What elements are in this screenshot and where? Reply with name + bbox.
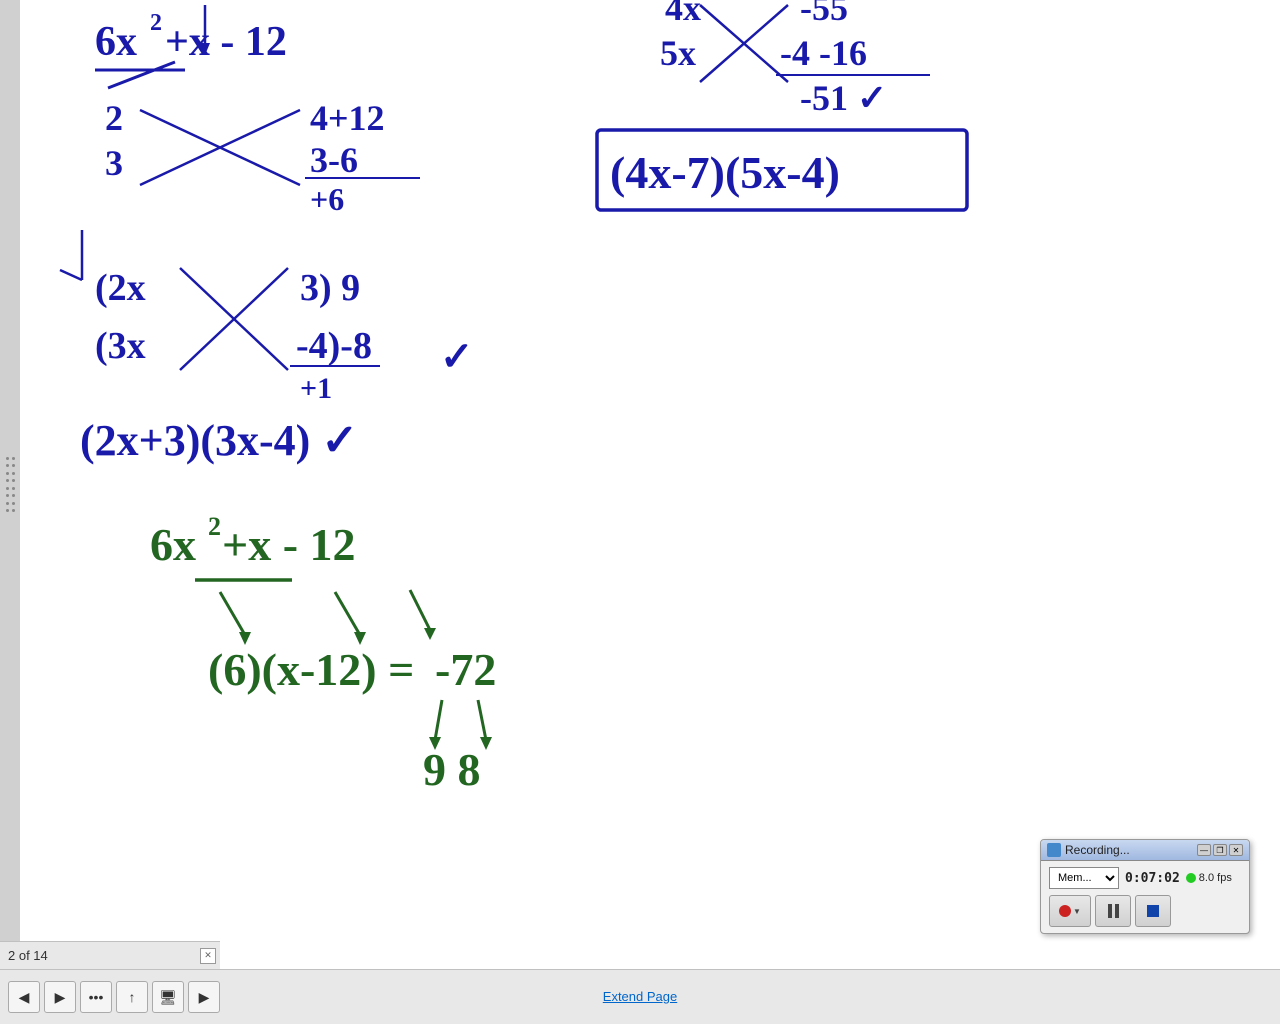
page-counter-text: 2 of 14 bbox=[8, 948, 48, 963]
svg-text:2: 2 bbox=[105, 98, 123, 138]
svg-text:+6: +6 bbox=[310, 181, 344, 217]
svg-text:9 8: 9 8 bbox=[423, 744, 481, 795]
restore-button[interactable]: ❐ bbox=[1213, 844, 1227, 856]
recording-row1: Mem... 0:07:02 8.0 fps bbox=[1049, 867, 1241, 889]
svg-text:5x: 5x bbox=[660, 33, 696, 73]
svg-text:2: 2 bbox=[150, 10, 162, 36]
recording-fps: 8.0 fps bbox=[1186, 872, 1232, 884]
page-counter: 2 of 14 ✕ bbox=[0, 941, 220, 969]
forward-button[interactable]: ▶ bbox=[44, 981, 76, 1013]
recording-titlebar: Recording... — ❐ ✕ bbox=[1041, 840, 1249, 861]
svg-text:4x: 4x bbox=[665, 0, 701, 28]
svg-text:-72: -72 bbox=[435, 644, 496, 695]
svg-text:(2x: (2x bbox=[95, 267, 146, 309]
record-button[interactable]: ▼ bbox=[1049, 895, 1091, 927]
whiteboard: 6x 2 +x - 12 2 3 4+12 3-6 +6 (2x 3) 9 (3… bbox=[20, 0, 1280, 969]
stop-button[interactable] bbox=[1135, 895, 1171, 927]
svg-text:-4)-8: -4)-8 bbox=[296, 325, 372, 367]
svg-text:+1: +1 bbox=[300, 372, 332, 405]
screen-button[interactable]: 🖥 bbox=[152, 981, 184, 1013]
record-dropdown-arrow: ▼ bbox=[1073, 907, 1081, 916]
fps-indicator bbox=[1186, 873, 1196, 883]
page-counter-close-icon[interactable]: ✕ bbox=[200, 948, 216, 964]
svg-text:(3x: (3x bbox=[95, 325, 146, 367]
sidebar-dots bbox=[3, 455, 17, 515]
svg-text:3) 9: 3) 9 bbox=[300, 267, 360, 309]
recording-widget: Recording... — ❐ ✕ Mem... 0:07:02 8.0 fp… bbox=[1040, 839, 1250, 934]
svg-text:(2x+3)(3x-4) ✓: (2x+3)(3x-4) ✓ bbox=[80, 416, 358, 465]
bottom-toolbar: ◀ ▶ ••• ↑ 🖥 ▶ Extend Page bbox=[0, 969, 1280, 1024]
svg-text:6x: 6x bbox=[95, 19, 137, 65]
more-button[interactable]: ••• bbox=[80, 981, 112, 1013]
back-button[interactable]: ◀ bbox=[8, 981, 40, 1013]
svg-text:(4x-7)(5x-4): (4x-7)(5x-4) bbox=[610, 147, 840, 198]
stop-icon bbox=[1147, 905, 1159, 917]
close-button[interactable]: ✕ bbox=[1229, 844, 1243, 856]
recording-body: Mem... 0:07:02 8.0 fps ▼ bbox=[1041, 861, 1249, 933]
svg-text:+x - 12: +x - 12 bbox=[165, 19, 287, 65]
recording-title-label: Recording... bbox=[1065, 843, 1130, 857]
fps-value: 8.0 fps bbox=[1199, 872, 1232, 884]
svg-text:4+12: 4+12 bbox=[310, 98, 385, 138]
recording-title: Recording... bbox=[1047, 843, 1130, 857]
recording-controls: ▼ bbox=[1049, 895, 1241, 927]
record-icon bbox=[1059, 905, 1071, 917]
svg-text:-55: -55 bbox=[800, 0, 848, 28]
math-content: 6x 2 +x - 12 2 3 4+12 3-6 +6 (2x 3) 9 (3… bbox=[20, 0, 1280, 960]
right-button[interactable]: ▶ bbox=[188, 981, 220, 1013]
svg-text:3-6: 3-6 bbox=[310, 140, 358, 180]
recording-dropdown[interactable]: Mem... bbox=[1049, 867, 1119, 889]
minimize-button[interactable]: — bbox=[1197, 844, 1211, 856]
svg-text:-51 ✓: -51 ✓ bbox=[800, 78, 887, 118]
svg-text:3: 3 bbox=[105, 143, 123, 183]
toolbar-left: ◀ ▶ ••• ↑ 🖥 ▶ bbox=[0, 981, 228, 1013]
recording-icon bbox=[1047, 843, 1061, 857]
toolbar-center: Extend Page bbox=[603, 988, 677, 1006]
svg-text:(6)(x-12) =: (6)(x-12) = bbox=[208, 644, 414, 695]
svg-text:+x - 12: +x - 12 bbox=[222, 519, 356, 570]
recording-title-controls: — ❐ ✕ bbox=[1197, 844, 1243, 856]
extend-page-link[interactable]: Extend Page bbox=[603, 989, 677, 1004]
svg-text:6x: 6x bbox=[150, 519, 196, 570]
sidebar-handle[interactable] bbox=[0, 0, 20, 969]
upload-button[interactable]: ↑ bbox=[116, 981, 148, 1013]
pause-icon bbox=[1108, 904, 1119, 918]
svg-text:-4 -16: -4 -16 bbox=[780, 33, 867, 73]
pause-button[interactable] bbox=[1095, 895, 1131, 927]
recording-time: 0:07:02 bbox=[1125, 871, 1180, 886]
svg-text:2: 2 bbox=[208, 512, 221, 541]
svg-text:✓: ✓ bbox=[440, 334, 474, 379]
